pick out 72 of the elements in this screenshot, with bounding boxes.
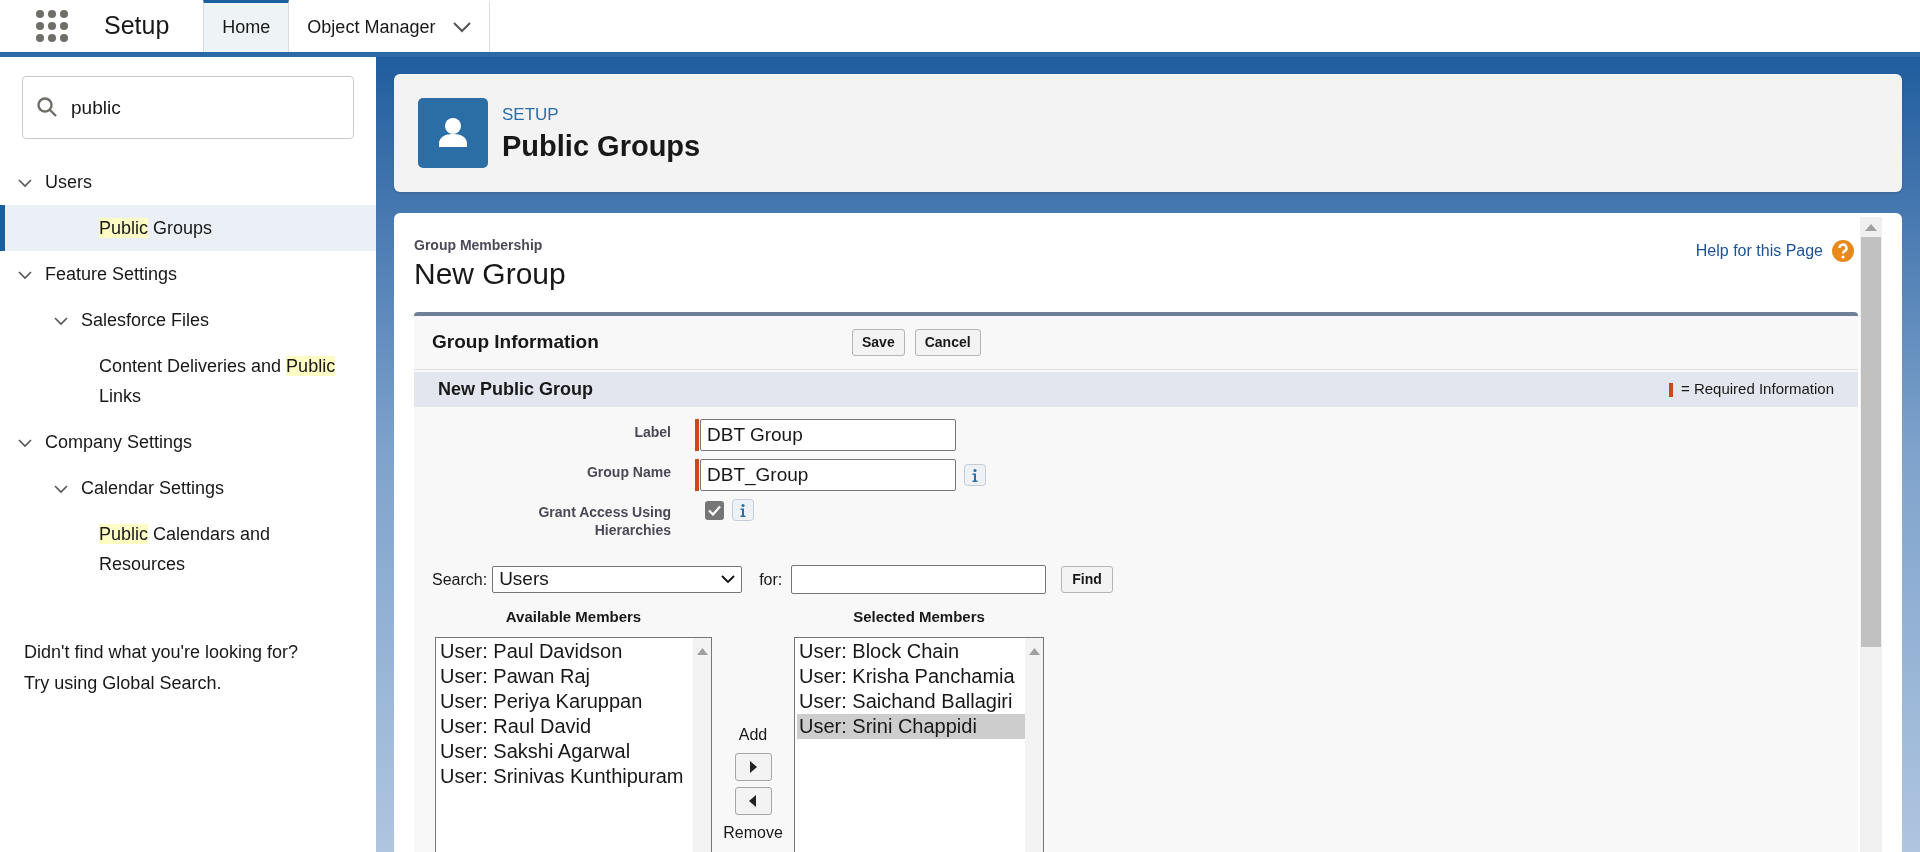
field-label: Group Name	[586, 463, 671, 481]
header-title: Public Groups	[502, 128, 701, 164]
text-field[interactable]: DBT Group	[700, 419, 956, 451]
tree-item[interactable]: Company Settings	[0, 419, 376, 465]
chevron-down-icon	[721, 575, 736, 584]
search-label: Search:	[432, 569, 488, 590]
arrow-right-icon	[749, 761, 757, 773]
add-label: Add	[738, 725, 768, 745]
checkbox[interactable]	[705, 500, 724, 520]
list-option[interactable]: User: Saichand Ballagiri	[797, 688, 1025, 714]
remove-label: Remove	[723, 823, 783, 843]
list-option[interactable]: User: Pawan Raj	[438, 663, 693, 689]
list-option[interactable]: User: Raul David	[438, 713, 693, 739]
search-highlight: Public	[99, 218, 149, 238]
breadcrumb: Group Membership	[414, 236, 544, 255]
tree-item[interactable]: Users	[0, 159, 376, 205]
tree-item[interactable]: Salesforce Files	[0, 297, 376, 343]
app-name: Setup	[104, 10, 171, 42]
scrollbar[interactable]	[1860, 217, 1882, 852]
search-field[interactable]: public	[22, 76, 354, 139]
form-button[interactable]: Cancel	[914, 329, 981, 356]
tree-item[interactable]: Public Groups	[0, 205, 376, 251]
form-button[interactable]: Save	[852, 329, 905, 356]
header-eyebrow: SETUP	[502, 104, 560, 127]
tree-item[interactable]: Calendar Settings	[0, 465, 376, 511]
list-option[interactable]: User: Krisha Panchamia	[797, 663, 1025, 689]
list-heading: Available Members	[505, 607, 642, 627]
chevron-down-icon[interactable]	[18, 268, 32, 282]
list-option[interactable]: User: Paul Davidson	[438, 638, 693, 664]
block-title: Group Information	[432, 330, 600, 355]
add-button[interactable]	[734, 753, 772, 781]
info-icon[interactable]	[732, 499, 754, 521]
member-list[interactable]: User: Block Chain User: Krisha Panchamia User: Saichand Ballagiri User: Srini Chappidi	[794, 636, 1044, 852]
chevron-down-icon[interactable]	[18, 436, 32, 450]
info-icon[interactable]	[964, 464, 986, 486]
scrollbar-thumb[interactable]	[1861, 237, 1881, 647]
user-icon	[418, 98, 488, 168]
chevron-down-icon[interactable]	[54, 482, 68, 496]
find-button[interactable]: Find	[1061, 566, 1113, 593]
arrow-left-icon	[749, 795, 757, 807]
remove-button[interactable]	[734, 787, 772, 815]
chevron-down-icon[interactable]	[18, 176, 32, 190]
type-dropdown[interactable]: Users	[492, 566, 743, 593]
search-input[interactable]	[791, 565, 1047, 594]
list-heading: Selected Members	[853, 607, 985, 627]
list-option[interactable]: User: Periya Karuppan	[438, 688, 693, 714]
member-list[interactable]: User: Paul Davidson User: Pawan Raj User: Periya Karuppan User: Raul David User: Sakshi Agarwal User: Srinivas Kunthipuram	[435, 636, 712, 852]
field-label: Label	[633, 423, 671, 441]
required-marker	[1669, 382, 1673, 397]
tree-item[interactable]: Feature Settings	[0, 251, 376, 297]
app-launcher-icon[interactable]	[35, 9, 69, 43]
chevron-down-icon[interactable]	[453, 22, 472, 33]
list-option[interactable]: User: Block Chain	[797, 638, 1025, 664]
list-option[interactable]: User: Srini Chappidi	[797, 713, 1025, 739]
nav-tab[interactable]: Home	[203, 0, 290, 52]
help-text: Didn't find what you're looking for? Try using Global Search.	[23, 641, 300, 695]
list-option[interactable]: User: Sakshi Agarwal	[438, 738, 693, 764]
tree-item[interactable]: Public Calendars and Resources	[0, 511, 376, 587]
tree-item[interactable]: Content Deliveries and Public Links	[0, 343, 376, 419]
search-highlight: Public	[99, 524, 149, 544]
required-legend: = Required Information	[1681, 378, 1834, 401]
for-label: for:	[759, 569, 783, 590]
text-field[interactable]: DBT_Group	[700, 459, 956, 491]
list-option[interactable]: User: Srinivas Kunthipuram	[438, 763, 693, 789]
chevron-down-icon[interactable]	[54, 314, 68, 328]
field-label: Grant Access Using Hierarchies	[537, 503, 671, 539]
search-icon	[36, 96, 58, 118]
search-highlight: Public	[286, 356, 336, 376]
help-icon[interactable]	[1831, 239, 1855, 263]
help-link[interactable]: Help for this Page	[1695, 239, 1823, 263]
page-title: New Group	[414, 256, 566, 292]
section-title: New Public Group	[438, 378, 593, 401]
